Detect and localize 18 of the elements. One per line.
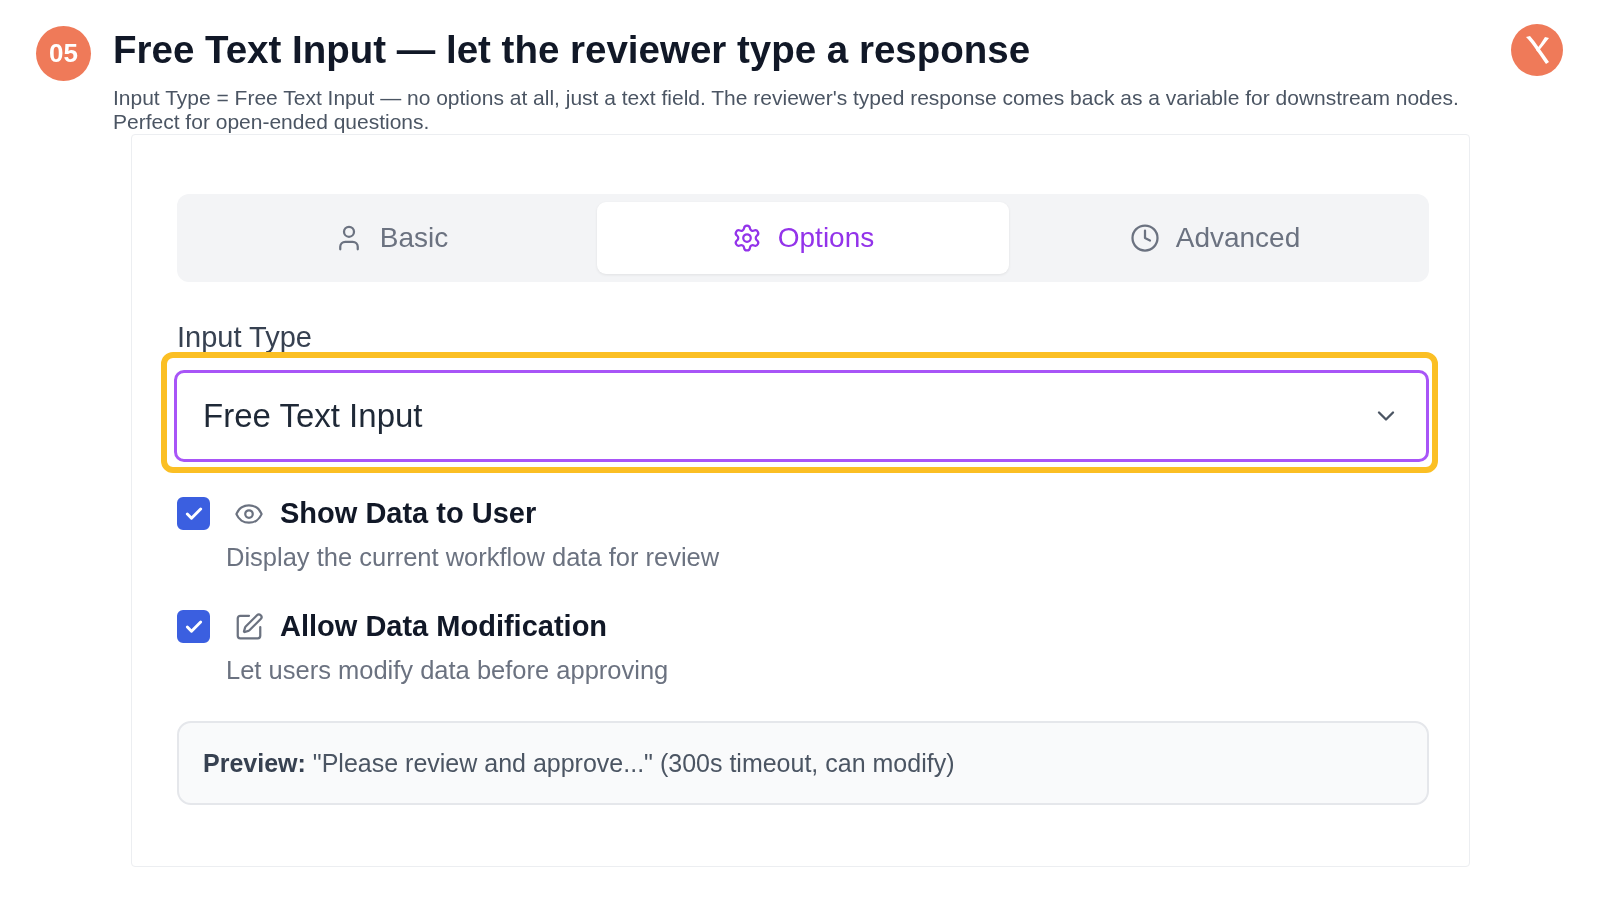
option-description: Display the current workflow data for review	[226, 542, 720, 572]
page-description: Input Type = Free Text Input — no options at all, just a text field. The reviewer's typed response comes back as a variable for downstream nodes. Perfect for open-ended questions.	[113, 86, 1460, 134]
option-label: Show Data to User	[280, 497, 537, 530]
page-title: Free Text Input — let the reviewer type a response	[113, 27, 1032, 73]
tab[interactable]: Options	[597, 202, 1009, 274]
checkbox[interactable]	[177, 610, 210, 643]
checkbox[interactable]	[177, 497, 210, 530]
option-description: Let users modify data before approving	[226, 655, 669, 685]
preview-text: Preview: "Please review and approve..." (300s timeout, can modify)	[203, 748, 955, 778]
clock-icon	[1129, 223, 1160, 253]
field-label: Input Type	[177, 322, 312, 352]
step-badge: 05	[36, 26, 91, 81]
tab[interactable]: Basic	[185, 202, 597, 274]
option-label: Allow Data Modification	[280, 610, 608, 643]
tab[interactable]: Advanced	[1009, 202, 1421, 274]
logo-icon	[1511, 24, 1563, 76]
pencil-square-icon	[234, 611, 264, 642]
input-type-select[interactable]: Free Text Input	[174, 370, 1429, 462]
